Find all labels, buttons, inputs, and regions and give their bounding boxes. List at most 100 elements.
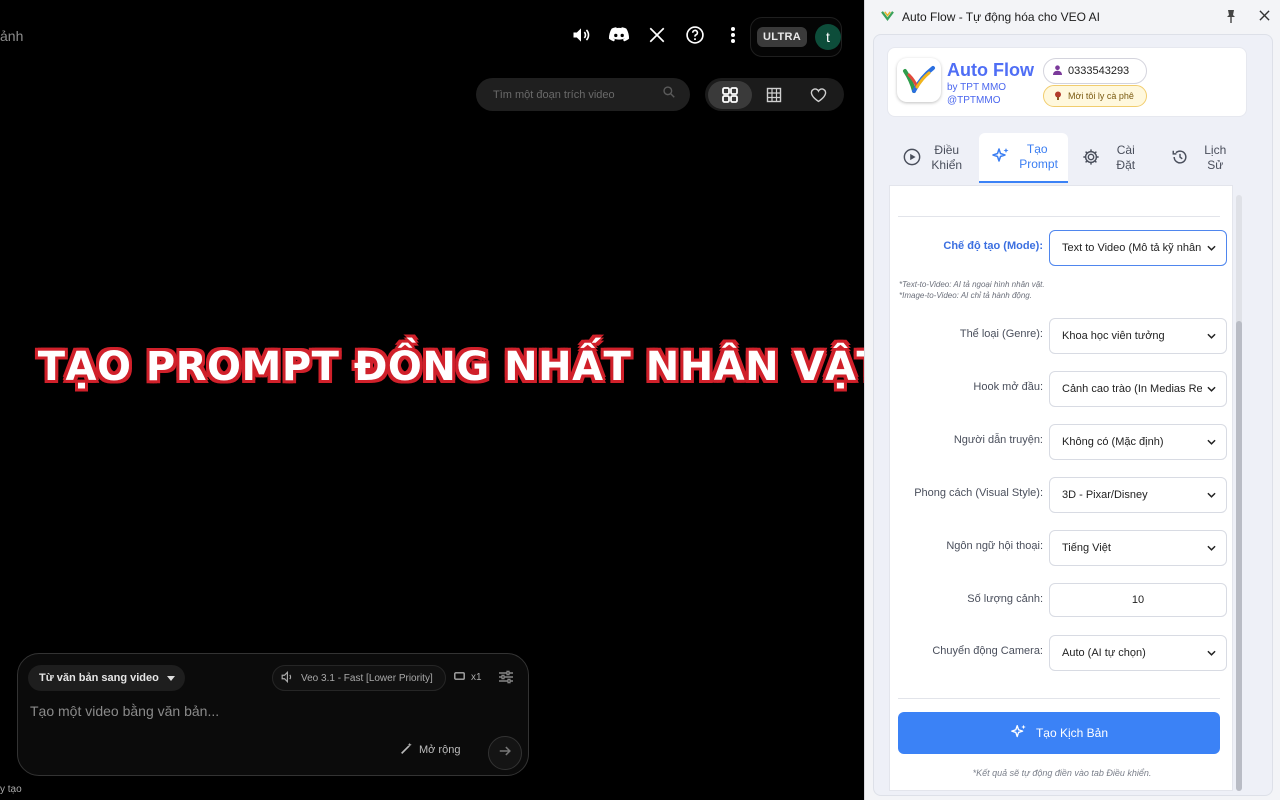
search-bar[interactable] xyxy=(476,78,690,111)
language-value: Tiếng Việt xyxy=(1062,542,1111,554)
chevron-down-icon xyxy=(1207,383,1216,395)
status-fragment: y tạo xyxy=(0,784,22,795)
coffee-label: Mời tôi ly cà phê xyxy=(1068,91,1134,101)
chevron-down-icon xyxy=(1207,647,1216,659)
mode-value: Text to Video (Mô tả kỹ nhân vật) xyxy=(1062,242,1202,254)
tab-control[interactable]: Điều Khiển xyxy=(889,133,979,183)
table-view-icon[interactable] xyxy=(752,81,796,109)
visual-style-row: Phong cách (Visual Style): 3D - Pixar/Di… xyxy=(890,477,1234,513)
chevron-down-icon xyxy=(1207,542,1216,554)
mode-hint-text-to-video: *Text-to-Video: AI tả ngoại hình nhân vậ… xyxy=(899,280,1045,289)
brand-name: Auto Flow xyxy=(947,60,1034,80)
grid-view-icon[interactable] xyxy=(708,80,752,109)
brand-card: Auto Flow by TPT MMO @TPTMMO 0333543293 … xyxy=(887,47,1247,117)
panel-scrollbar[interactable] xyxy=(1236,195,1242,791)
narrator-select[interactable]: Không có (Mặc định) xyxy=(1049,424,1227,460)
overlay-headline: TẠO PROMPT ĐỒNG NHẤT NHÂN VẬT xyxy=(37,344,864,390)
x-icon[interactable] xyxy=(646,24,668,46)
tab-create-prompt[interactable]: Tạo Prompt xyxy=(978,133,1068,183)
tab-settings[interactable]: Cài Đặt xyxy=(1068,133,1158,183)
model-label: Veo 3.1 - Fast [Lower Priority] xyxy=(301,672,433,684)
language-select[interactable]: Tiếng Việt xyxy=(1049,530,1227,566)
scrollbar-thumb[interactable] xyxy=(1236,321,1242,791)
expand-button[interactable]: Mở rộng xyxy=(400,742,460,758)
generation-mode-button[interactable]: Từ văn bản sang video xyxy=(28,665,185,691)
genre-label: Thể loại (Genre): xyxy=(959,328,1043,340)
hook-value: Cảnh cao trào (In Medias Res) xyxy=(1062,383,1202,395)
coffee-donate-button[interactable]: Mời tôi ly cà phê xyxy=(1043,85,1147,107)
sparkles-icon xyxy=(1010,723,1028,744)
hook-select[interactable]: Cảnh cao trào (In Medias Res) xyxy=(1049,371,1227,407)
aspect-ratio-icon xyxy=(454,672,465,683)
tab-label: Điều Khiển xyxy=(931,143,963,172)
search-input[interactable] xyxy=(493,88,653,101)
help-icon[interactable] xyxy=(684,24,706,46)
genre-select[interactable]: Khoa học viễn tưởng xyxy=(1049,318,1227,354)
brand-handle[interactable]: @TPTMMO xyxy=(947,95,1000,106)
caret-down-icon xyxy=(166,672,175,684)
camera-label: Chuyển động Camera: xyxy=(932,645,1043,657)
hook-label: Hook mở đầu: xyxy=(973,381,1043,393)
aspect-count-control[interactable]: x1 xyxy=(454,672,482,683)
panel-tabs: Điều Khiển Tạo Prompt Cài Đặt Lịch Sử xyxy=(889,133,1247,183)
hook-row: Hook mở đầu: Cảnh cao trào (In Medias Re… xyxy=(890,371,1234,407)
language-row: Ngôn ngữ hội thoại: Tiếng Việt xyxy=(890,530,1234,566)
narrator-value: Không có (Mặc định) xyxy=(1062,436,1164,448)
expand-label: Mở rộng xyxy=(419,744,461,756)
prompt-input[interactable] xyxy=(30,703,460,719)
mode-row: Chế độ tạo (Mode): Text to Video (Mô tả … xyxy=(890,230,1234,266)
output-count: x1 xyxy=(471,672,482,683)
favorite-icon[interactable] xyxy=(796,81,840,109)
genre-row: Thể loại (Genre): Khoa học viễn tưởng xyxy=(890,318,1234,354)
extension-side-panel: Auto Flow - Tự động hóa cho VEO AI Auto … xyxy=(864,0,1280,800)
flow-app: ảnh ULTRA t Tìm một đoạn trích video TẠO… xyxy=(0,0,864,800)
panel-titlebar: Auto Flow - Tự động hóa cho VEO AI xyxy=(865,0,1280,34)
arrow-right-icon xyxy=(498,744,512,763)
model-select-button[interactable]: Veo 3.1 - Fast [Lower Priority] xyxy=(272,665,446,691)
settings-sliders-icon[interactable] xyxy=(498,669,514,690)
auto-flow-logo-icon xyxy=(897,58,941,102)
coffee-icon xyxy=(1054,91,1062,102)
divider xyxy=(898,216,1220,217)
prompt-composer: Từ văn bản sang video Veo 3.1 - Fast [Lo… xyxy=(17,653,529,776)
extension-logo-icon xyxy=(881,10,894,24)
tab-label: Tạo Prompt xyxy=(1019,142,1058,171)
search-icon[interactable] xyxy=(662,85,676,104)
phone-number: 0333543293 xyxy=(1068,65,1130,77)
volume-icon[interactable] xyxy=(570,24,592,46)
mode-select[interactable]: Text to Video (Mô tả kỹ nhân vật) xyxy=(1049,230,1227,266)
scene-count-input[interactable]: 10 xyxy=(1049,583,1227,617)
avatar[interactable]: t xyxy=(814,24,841,50)
generate-script-button[interactable]: Tạo Kịch Bản xyxy=(898,712,1220,754)
pin-icon[interactable] xyxy=(1225,9,1237,26)
plan-badge: ULTRA xyxy=(757,27,807,47)
page-title-fragment: ảnh xyxy=(0,28,24,44)
tab-label: Cài Đặt xyxy=(1116,143,1136,172)
visual-style-select[interactable]: 3D - Pixar/Disney xyxy=(1049,477,1227,513)
more-vert-icon[interactable] xyxy=(722,24,744,46)
narrator-label: Người dẫn truyện: xyxy=(953,434,1043,446)
discord-icon[interactable] xyxy=(608,24,630,46)
visual-style-value: 3D - Pixar/Disney xyxy=(1062,489,1148,501)
tab-label: Lịch Sử xyxy=(1204,143,1227,172)
narrator-row: Người dẫn truyện: Không có (Mặc định) xyxy=(890,424,1234,460)
camera-select[interactable]: Auto (AI tự chọn) xyxy=(1049,635,1227,671)
genre-value: Khoa học viễn tưởng xyxy=(1062,330,1165,342)
prompt-form: Chế độ tạo (Mode): Text to Video (Mô tả … xyxy=(889,185,1233,791)
phone-badge[interactable]: 0333543293 xyxy=(1043,58,1147,84)
account-box[interactable]: ULTRA t xyxy=(750,17,842,57)
mode-label: Từ văn bản sang video xyxy=(39,672,159,684)
chevron-down-icon xyxy=(1207,242,1216,254)
send-button[interactable] xyxy=(488,736,522,770)
view-toggle xyxy=(705,78,844,111)
gear-icon xyxy=(1082,148,1100,169)
top-toolbar xyxy=(570,24,744,46)
footer-note: *Kết quả sẽ tự động điền vào tab Điều kh… xyxy=(972,768,1152,778)
language-label: Ngôn ngữ hội thoại: xyxy=(946,540,1043,552)
tab-history[interactable]: Lịch Sử xyxy=(1158,133,1248,183)
panel-window-title: Auto Flow - Tự động hóa cho VEO AI xyxy=(902,10,1100,24)
close-icon[interactable] xyxy=(1259,10,1270,24)
camera-row: Chuyển động Camera: Auto (AI tự chọn) xyxy=(890,635,1234,671)
chevron-down-icon xyxy=(1207,436,1216,448)
visual-style-label: Phong cách (Visual Style): xyxy=(914,487,1043,499)
